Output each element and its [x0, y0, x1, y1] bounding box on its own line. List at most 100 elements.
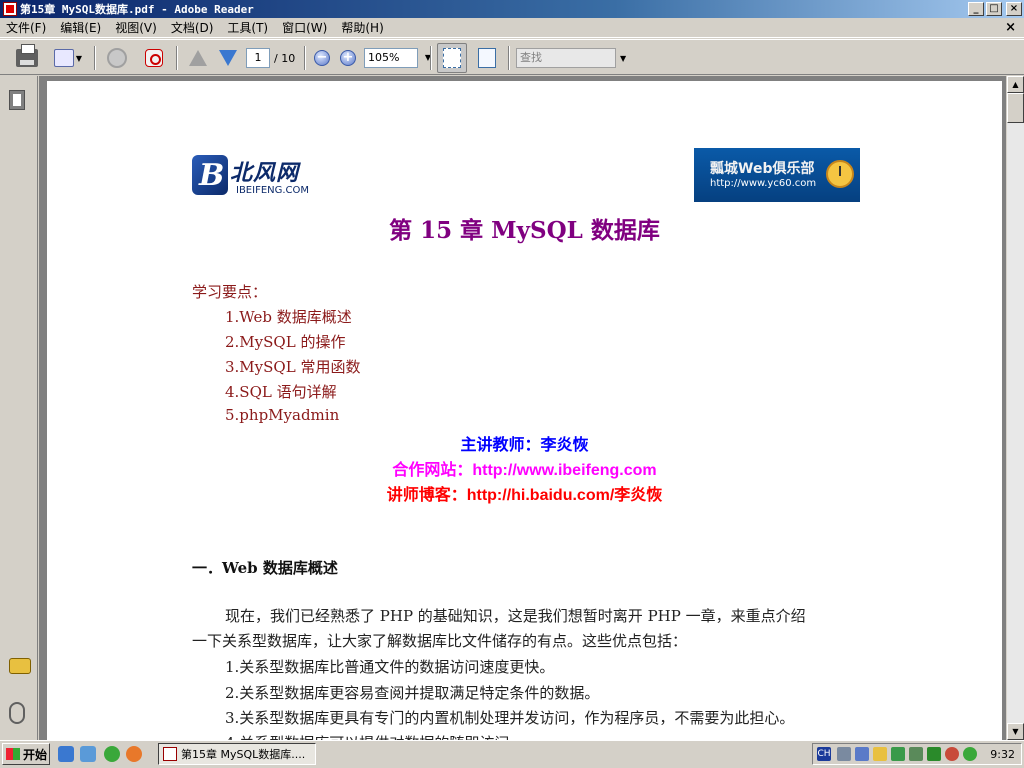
chevron-down-icon: ▼	[75, 53, 83, 63]
comments-icon[interactable]	[9, 658, 31, 674]
shield-icon[interactable]	[927, 747, 941, 761]
fit-width-button[interactable]	[436, 43, 468, 73]
toolbar: ▼ 1 / 10 − + 105% ▼ 查找 ▼	[0, 39, 1024, 75]
menu-bar: 文件(F) 编辑(E) 视图(V) 文档(D) 工具(T) 窗口(W) 帮助(H…	[0, 18, 1024, 38]
document-viewport[interactable]: 北风网 IBEIFENG.COM 瓢城Web俱乐部 http://www.yc6…	[39, 76, 1006, 740]
ie-icon[interactable]	[80, 746, 96, 762]
zoom-out-button[interactable]: −	[312, 46, 332, 70]
clock[interactable]: 9:32	[990, 748, 1015, 761]
start-button[interactable]: 开始	[2, 743, 50, 765]
list-item: 1.关系型数据库比普通文件的数据访问速度更快。	[225, 658, 555, 676]
list-item: 2.关系型数据库更容易查阅并提取满足特定条件的数据。	[225, 684, 600, 702]
pages-icon[interactable]	[9, 90, 25, 110]
monitor-icon[interactable]	[909, 747, 923, 761]
arrow-down-icon	[219, 50, 237, 66]
maximize-button[interactable]: □	[986, 2, 1002, 16]
network-icon[interactable]	[855, 747, 869, 761]
email-button[interactable]: ▼	[50, 46, 86, 70]
adobe-reader-icon	[3, 2, 17, 16]
page-number-input[interactable]: 1	[246, 48, 270, 68]
zoom-select[interactable]: 105% ▼	[364, 46, 434, 70]
menu-document[interactable]: 文档(D)	[165, 19, 222, 36]
scroll-down-button[interactable]: ▼	[1007, 723, 1024, 740]
key-point-item: 3.MySQL 常用函数	[225, 358, 361, 376]
yc60-logo: 瓢城Web俱乐部 http://www.yc60.com	[694, 148, 860, 202]
warning-icon[interactable]	[873, 747, 887, 761]
paragraph-line: 一下关系型数据库，让大家了解数据库比文件储存的有点。这些优点包括：	[192, 632, 688, 650]
collaborate-button[interactable]	[104, 46, 130, 70]
key-point-item: 2.MySQL 的操作	[225, 333, 346, 351]
update-icon[interactable]	[963, 747, 977, 761]
menu-window[interactable]: 窗口(W)	[276, 19, 335, 36]
page-navigator: 1 / 10	[246, 46, 306, 70]
beifeng-logo: 北风网 IBEIFENG.COM	[190, 151, 318, 199]
alarm-clock-icon	[826, 160, 854, 188]
toolbar-separator	[508, 46, 510, 70]
network-icon[interactable]	[837, 747, 851, 761]
desktop-icon[interactable]	[58, 746, 74, 762]
key-points-label: 学习要点：	[192, 283, 268, 301]
zoom-out-icon: −	[314, 50, 330, 66]
taskbar-item-adobe-reader[interactable]: 第15章 MySQL数据库....	[158, 743, 316, 765]
taskbar: 开始 第15章 MySQL数据库.... CH 9:32	[0, 740, 1024, 768]
menu-help[interactable]: 帮助(H)	[335, 19, 391, 36]
fit-width-icon	[437, 43, 467, 73]
system-tray: CH 9:32	[812, 743, 1022, 765]
list-item: 3.关系型数据库更具有专门的内置机制处理并发访问，作为程序员，不需要为此担心。	[225, 709, 795, 727]
window-title: 第15章 MySQL数据库.pdf - Adobe Reader	[20, 3, 254, 16]
zoom-in-button[interactable]: +	[338, 46, 358, 70]
windows-logo-icon	[6, 748, 20, 760]
zoom-in-icon: +	[340, 50, 356, 66]
find-input[interactable]: 查找	[516, 48, 616, 68]
menu-tools[interactable]: 工具(T)	[221, 19, 276, 36]
chevron-down-icon[interactable]: ▼	[620, 54, 626, 63]
fit-page-button[interactable]	[474, 46, 500, 70]
start-label: 开始	[23, 747, 48, 762]
print-button[interactable]	[14, 44, 40, 70]
task-label: 第15章 MySQL数据库....	[181, 748, 306, 761]
antivirus-icon[interactable]	[945, 747, 959, 761]
battery-icon[interactable]	[891, 747, 905, 761]
firefox-icon[interactable]	[126, 746, 142, 762]
teacher-line: 主讲教师：李炎恢	[460, 437, 589, 454]
vertical-scrollbar[interactable]: ▲ ▼	[1007, 76, 1024, 740]
key-point-item: 5.phpMyadmin	[225, 406, 340, 424]
email-icon	[53, 49, 74, 67]
search-button[interactable]	[142, 46, 166, 70]
arrow-up-icon	[189, 50, 207, 66]
prev-page-button[interactable]	[186, 46, 210, 70]
page-total: / 10	[274, 51, 296, 65]
close-button[interactable]: ×	[1006, 2, 1022, 16]
title-bar[interactable]: 第15章 MySQL数据库.pdf - Adobe Reader _ □ ×	[0, 0, 1024, 18]
partner-site-line: 合作网站：http://www.ibeifeng.com	[392, 462, 657, 479]
ime-indicator[interactable]: CH	[817, 747, 831, 761]
toolbar-separator	[430, 46, 432, 70]
navigation-pane	[0, 76, 38, 740]
toolbar-separator	[304, 46, 306, 70]
find-box[interactable]: 查找 ▼	[516, 46, 628, 70]
paragraph-line: 现在，我们已经熟悉了 PHP 的基础知识，这是我们想暂时离开 PHP 一章，来重…	[225, 607, 806, 625]
key-point-item: 4.SQL 语句详解	[225, 383, 337, 401]
scroll-thumb[interactable]	[1007, 93, 1024, 123]
document-close-button[interactable]: ×	[1005, 20, 1016, 35]
print-icon	[16, 44, 38, 67]
attachments-icon[interactable]	[9, 702, 25, 724]
blog-line: 讲师博客：http://hi.baidu.com/李炎恢	[386, 487, 663, 504]
toolbar-separator	[176, 46, 178, 70]
section-title: 一．Web 数据库概述	[192, 559, 338, 577]
minimize-button[interactable]: _	[968, 2, 984, 16]
zoom-value: 105%	[368, 51, 400, 64]
toolbar-separator	[94, 46, 96, 70]
key-point-item: 1.Web 数据库概述	[225, 308, 352, 326]
fit-page-icon	[478, 48, 496, 68]
next-page-button[interactable]	[216, 46, 240, 70]
menu-file[interactable]: 文件(F)	[0, 19, 54, 36]
menu-view[interactable]: 视图(V)	[109, 19, 165, 36]
adobe-reader-icon	[163, 747, 177, 761]
gear-icon	[107, 48, 127, 68]
menu-edit[interactable]: 编辑(E)	[54, 19, 109, 36]
search-icon	[145, 49, 163, 67]
chapter-title: 第 15 章 MySQL 数据库	[389, 217, 660, 244]
refresh-icon[interactable]	[104, 746, 120, 762]
scroll-up-button[interactable]: ▲	[1007, 76, 1024, 93]
